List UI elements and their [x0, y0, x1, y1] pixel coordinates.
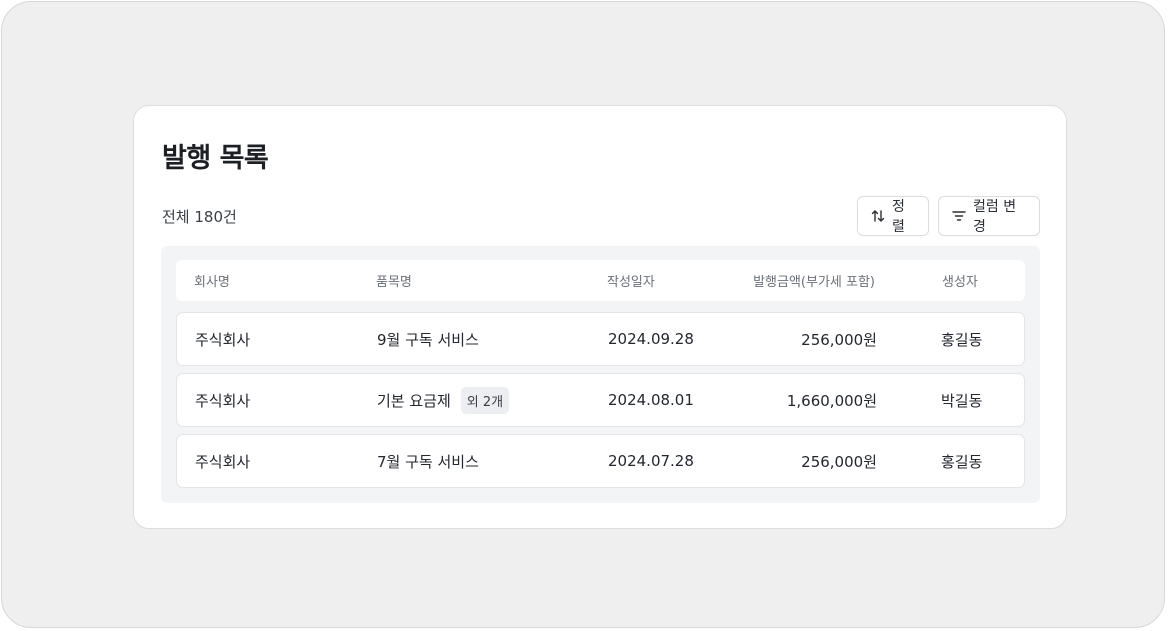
- cell-creator: 박길동: [941, 391, 983, 410]
- change-columns-button[interactable]: 컬럼 변경: [938, 196, 1040, 236]
- cell-date: 2024.09.28: [608, 330, 694, 348]
- issuance-table: 회사명 품목명 작성일자 발행금액(부가세 포함) 생성자 주식회사 9월 구독…: [161, 246, 1040, 503]
- cell-amount: 256,000원: [801, 330, 877, 349]
- cell-company: 주식회사: [195, 452, 251, 471]
- item-name: 7월 구독 서비스: [377, 452, 479, 471]
- total-count: 전체 180건: [162, 208, 237, 226]
- issuance-list-card: 발행 목록 전체 180건 정렬 컬럼 변경 회사명 품목명 작성일자 발행금액…: [133, 105, 1067, 529]
- cell-date: 2024.07.28: [608, 452, 694, 470]
- column-header-amount[interactable]: 발행금액(부가세 포함): [753, 260, 875, 301]
- cell-item: 9월 구독 서비스: [377, 313, 479, 365]
- cell-creator: 홍길동: [941, 330, 983, 349]
- cell-company: 주식회사: [195, 330, 251, 349]
- table-row[interactable]: 주식회사 기본 요금제 외 2개 2024.08.01 1,660,000원 박…: [176, 373, 1025, 427]
- table-row[interactable]: 주식회사 9월 구독 서비스 2024.09.28 256,000원 홍길동: [176, 312, 1025, 366]
- change-columns-label: 컬럼 변경: [973, 199, 1017, 235]
- cell-item: 7월 구독 서비스: [377, 435, 479, 487]
- item-name: 9월 구독 서비스: [377, 330, 479, 349]
- column-header-company[interactable]: 회사명: [194, 260, 230, 301]
- table-row[interactable]: 주식회사 7월 구독 서비스 2024.07.28 256,000원 홍길동: [176, 434, 1025, 488]
- column-header-item[interactable]: 품목명: [376, 260, 412, 301]
- more-items-badge: 외 2개: [460, 386, 510, 414]
- column-header-date[interactable]: 작성일자: [607, 260, 655, 301]
- cell-amount: 256,000원: [801, 452, 877, 471]
- filter-lines-icon: [951, 208, 967, 224]
- sort-label: 정렬: [892, 199, 905, 235]
- app-frame: 발행 목록 전체 180건 정렬 컬럼 변경 회사명 품목명 작성일자 발행금액…: [1, 1, 1165, 628]
- cell-creator: 홍길동: [941, 452, 983, 471]
- sort-arrows-icon: [870, 208, 886, 224]
- cell-amount: 1,660,000원: [786, 391, 877, 410]
- item-name: 기본 요금제: [377, 391, 451, 410]
- page-title: 발행 목록: [162, 143, 269, 174]
- column-header-creator[interactable]: 생성자: [942, 260, 978, 301]
- cell-company: 주식회사: [195, 391, 251, 410]
- sort-button[interactable]: 정렬: [857, 196, 929, 236]
- cell-date: 2024.08.01: [608, 391, 694, 409]
- cell-item: 기본 요금제 외 2개: [377, 374, 510, 426]
- table-header: 회사명 품목명 작성일자 발행금액(부가세 포함) 생성자: [176, 260, 1025, 301]
